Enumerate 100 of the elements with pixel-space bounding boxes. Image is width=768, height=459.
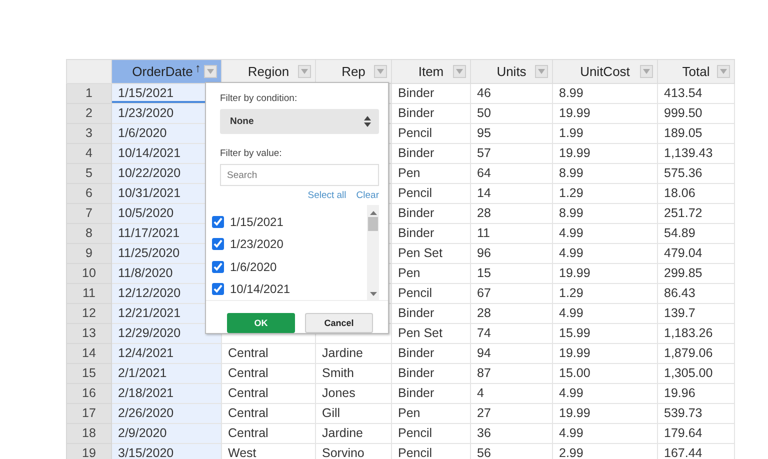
table-cell: 999.50	[658, 104, 734, 124]
column-header[interactable]: UnitCost	[552, 60, 658, 84]
table-cell: 167.44	[658, 444, 734, 459]
column-label: OrderDate	[132, 63, 193, 81]
row-number: 3	[66, 124, 112, 144]
table-cell: Pen	[392, 264, 470, 284]
table-cell: 4.99	[552, 304, 658, 324]
row-number: 5	[66, 164, 112, 184]
table-cell: Binder	[392, 364, 470, 384]
table-cell: Central	[222, 424, 316, 444]
column-label: Item	[418, 63, 444, 81]
scrollbar[interactable]	[367, 205, 379, 300]
table-cell: 1,139.43	[658, 144, 734, 164]
table-cell: 8.99	[552, 164, 658, 184]
table-cell: 86.43	[658, 284, 734, 304]
table-cell: 96	[470, 244, 552, 264]
table-cell: 18.06	[658, 184, 734, 204]
table-cell: 2/18/2021	[112, 384, 222, 404]
sort-indicator: ↑	[194, 60, 201, 77]
table-cell: 1,183.26	[658, 324, 734, 344]
filter-dropdown-icon[interactable]	[640, 64, 653, 78]
table-cell: Gill	[316, 404, 392, 424]
table-cell: 50	[470, 104, 552, 124]
table-cell: 575.36	[658, 164, 734, 184]
table-cell: Binder	[392, 104, 470, 124]
checkbox[interactable]	[212, 238, 224, 250]
column-label: Units	[496, 63, 526, 81]
search-field[interactable]: Search	[220, 164, 379, 186]
table-cell: 14	[470, 184, 552, 204]
table-cell: 19.96	[658, 384, 734, 404]
table-cell: Pencil	[392, 444, 470, 459]
filter-dropdown-icon[interactable]	[717, 64, 730, 78]
cancel-button[interactable]: Cancel	[305, 313, 373, 333]
table-cell: 56	[470, 444, 552, 459]
filter-dropdown-icon[interactable]	[453, 64, 466, 78]
table-cell: Jardine	[316, 424, 392, 444]
table-cell: 19.99	[552, 404, 658, 424]
column-header[interactable]: Region	[222, 60, 316, 84]
table-cell: Binder	[392, 304, 470, 324]
table-cell: 2/1/2021	[112, 364, 222, 384]
table-cell: 2.99	[552, 444, 658, 459]
table-cell: 1.29	[552, 284, 658, 304]
table-cell: 27	[470, 404, 552, 424]
row-number: 17	[66, 404, 112, 424]
row-number: 13	[66, 324, 112, 344]
table-cell: 28	[470, 204, 552, 224]
row-number: 1	[66, 84, 112, 104]
filter-dropdown-icon[interactable]	[535, 64, 548, 78]
condition-select[interactable]: None	[220, 109, 379, 134]
table-cell: Central	[222, 344, 316, 364]
checkbox[interactable]	[212, 216, 224, 228]
table-cell: 15.99	[552, 324, 658, 344]
scroll-up-icon	[370, 211, 376, 215]
scroll-thumb[interactable]	[368, 217, 378, 231]
table-cell: Smith	[316, 364, 392, 384]
table-cell: 299.85	[658, 264, 734, 284]
table-cell: 46	[470, 84, 552, 104]
row-number: 2	[66, 104, 112, 124]
table-cell: 4.99	[552, 244, 658, 264]
condition-label: Filter by condition:	[220, 93, 298, 104]
filter-dropdown-icon[interactable]	[298, 64, 311, 78]
filter-dropdown-icon[interactable]	[374, 64, 387, 78]
table-cell: 139.7	[658, 304, 734, 324]
table-cell: 2/26/2020	[112, 404, 222, 424]
table-cell: Pencil	[392, 284, 470, 304]
column-header[interactable]: Total	[658, 60, 734, 84]
column-header[interactable]: Rep	[316, 60, 392, 84]
table-cell: 94	[470, 344, 552, 364]
table-cell: Pen Set	[392, 244, 470, 264]
row-number: 11	[66, 284, 112, 304]
table-cell: 19.99	[552, 264, 658, 284]
table-cell: Binder	[392, 224, 470, 244]
row-number: 6	[66, 184, 112, 204]
row-number: 16	[66, 384, 112, 404]
table-cell: Central	[222, 384, 316, 404]
row-number: 8	[66, 224, 112, 244]
table-cell: Pen	[392, 164, 470, 184]
table-cell: Pencil	[392, 424, 470, 444]
row-number: 14	[66, 344, 112, 364]
table-cell: West	[222, 444, 316, 459]
ok-button[interactable]: OK	[227, 313, 295, 333]
checkbox[interactable]	[212, 260, 224, 273]
table-cell: 2/9/2020	[112, 424, 222, 444]
table-cell: 57	[470, 144, 552, 164]
checkbox[interactable]	[212, 282, 224, 295]
row-number: 4	[66, 144, 112, 164]
column-header[interactable]: OrderDate↑	[112, 60, 222, 84]
table-cell: 4.99	[552, 224, 658, 244]
row-number: 12	[66, 304, 112, 324]
row-number: 9	[66, 244, 112, 264]
table-cell: 479.04	[658, 244, 734, 264]
table-cell: 15	[470, 264, 552, 284]
table-cell: 3/15/2020	[112, 444, 222, 459]
column-header[interactable]: Units	[470, 60, 552, 84]
table-cell: Pen	[392, 404, 470, 424]
table-cell: Central	[222, 364, 316, 384]
row-number: 19	[66, 444, 112, 459]
column-header[interactable]: Item	[392, 60, 470, 84]
table-cell: Binder	[392, 344, 470, 364]
filter-dropdown-icon[interactable]	[204, 64, 217, 78]
